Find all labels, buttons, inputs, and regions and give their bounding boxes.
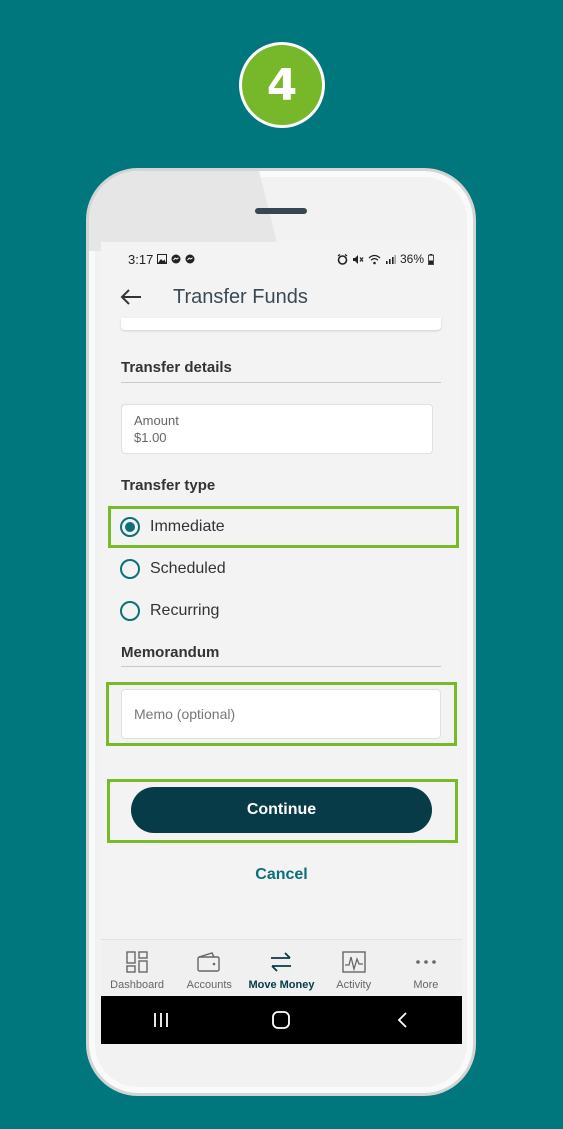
home-button[interactable] (261, 1000, 301, 1040)
wallet-icon (195, 948, 223, 976)
status-bar: 3:17 36% (101, 242, 462, 276)
status-time: 3:17 (128, 251, 154, 267)
signal-icon (385, 254, 396, 264)
amount-field[interactable]: Amount $1.00 (121, 404, 433, 454)
mute-icon (352, 254, 364, 264)
phone-speaker (255, 208, 307, 214)
radio-scheduled[interactable]: Scheduled (120, 554, 226, 584)
previous-card-edge (121, 318, 441, 330)
system-back-button[interactable] (382, 1000, 422, 1040)
page-title: Transfer Funds (173, 285, 308, 308)
dashboard-icon (123, 948, 151, 976)
transfer-details-divider (121, 382, 441, 383)
status-left: 3:17 (128, 252, 195, 267)
nav-item-accounts[interactable]: Accounts (173, 940, 245, 995)
highlight-continue (107, 779, 458, 843)
home-icon (272, 1011, 291, 1029)
nav-label-move-money: Move Money (248, 979, 315, 991)
bottom-nav: Dashboard Accounts Move Money Activity M… (101, 939, 462, 995)
transfer-arrows-icon (267, 948, 295, 976)
phone-sheen (89, 171, 279, 251)
transfer-type-heading: Transfer type (121, 477, 216, 494)
amount-value: $1.00 (134, 430, 167, 445)
status-right: 36% (337, 252, 434, 266)
app-bar: Transfer Funds (101, 276, 462, 318)
nav-label-dashboard: Dashboard (110, 979, 164, 991)
more-dots-icon (412, 948, 440, 976)
gallery-icon (157, 254, 168, 264)
nav-item-activity[interactable]: Activity (318, 940, 390, 995)
nav-item-move-money[interactable]: Move Money (245, 940, 317, 995)
wifi-icon (368, 254, 381, 264)
nav-label-accounts: Accounts (186, 979, 232, 991)
back-arrow-icon (120, 289, 141, 305)
recent-apps-icon (154, 1013, 169, 1027)
nav-item-dashboard[interactable]: Dashboard (101, 940, 173, 995)
step-number-badge: 4 (239, 42, 325, 128)
transfer-details-heading: Transfer details (121, 359, 232, 376)
battery-icon (428, 253, 434, 265)
nav-item-more[interactable]: More (390, 940, 462, 995)
battery-percentage: 36% (399, 252, 424, 266)
messenger-icon-2 (185, 254, 195, 264)
radio-label-recurring: Recurring (150, 602, 220, 619)
nav-label-activity: Activity (336, 979, 372, 991)
activity-chart-icon (340, 948, 368, 976)
messenger-icon (171, 254, 181, 264)
nav-label-more: More (413, 979, 439, 991)
memorandum-divider (121, 666, 441, 667)
cancel-link[interactable]: Cancel (101, 866, 462, 884)
highlight-memo (106, 682, 457, 746)
phone-screen: 3:17 36% Transfer Funds Transfer details… (101, 242, 462, 1044)
radio-recurring[interactable]: Recurring (120, 596, 219, 626)
chevron-left-icon (397, 1012, 407, 1028)
system-nav-bar (101, 996, 462, 1044)
amount-label: Amount (134, 413, 179, 428)
radio-button[interactable] (120, 559, 140, 579)
radio-button[interactable] (120, 601, 140, 621)
alarm-icon (337, 253, 348, 265)
memorandum-heading: Memorandum (121, 644, 220, 661)
radio-label-scheduled: Scheduled (150, 560, 226, 577)
back-button[interactable] (101, 276, 161, 318)
recent-apps-button[interactable] (141, 1000, 181, 1040)
highlight-immediate (108, 506, 459, 548)
